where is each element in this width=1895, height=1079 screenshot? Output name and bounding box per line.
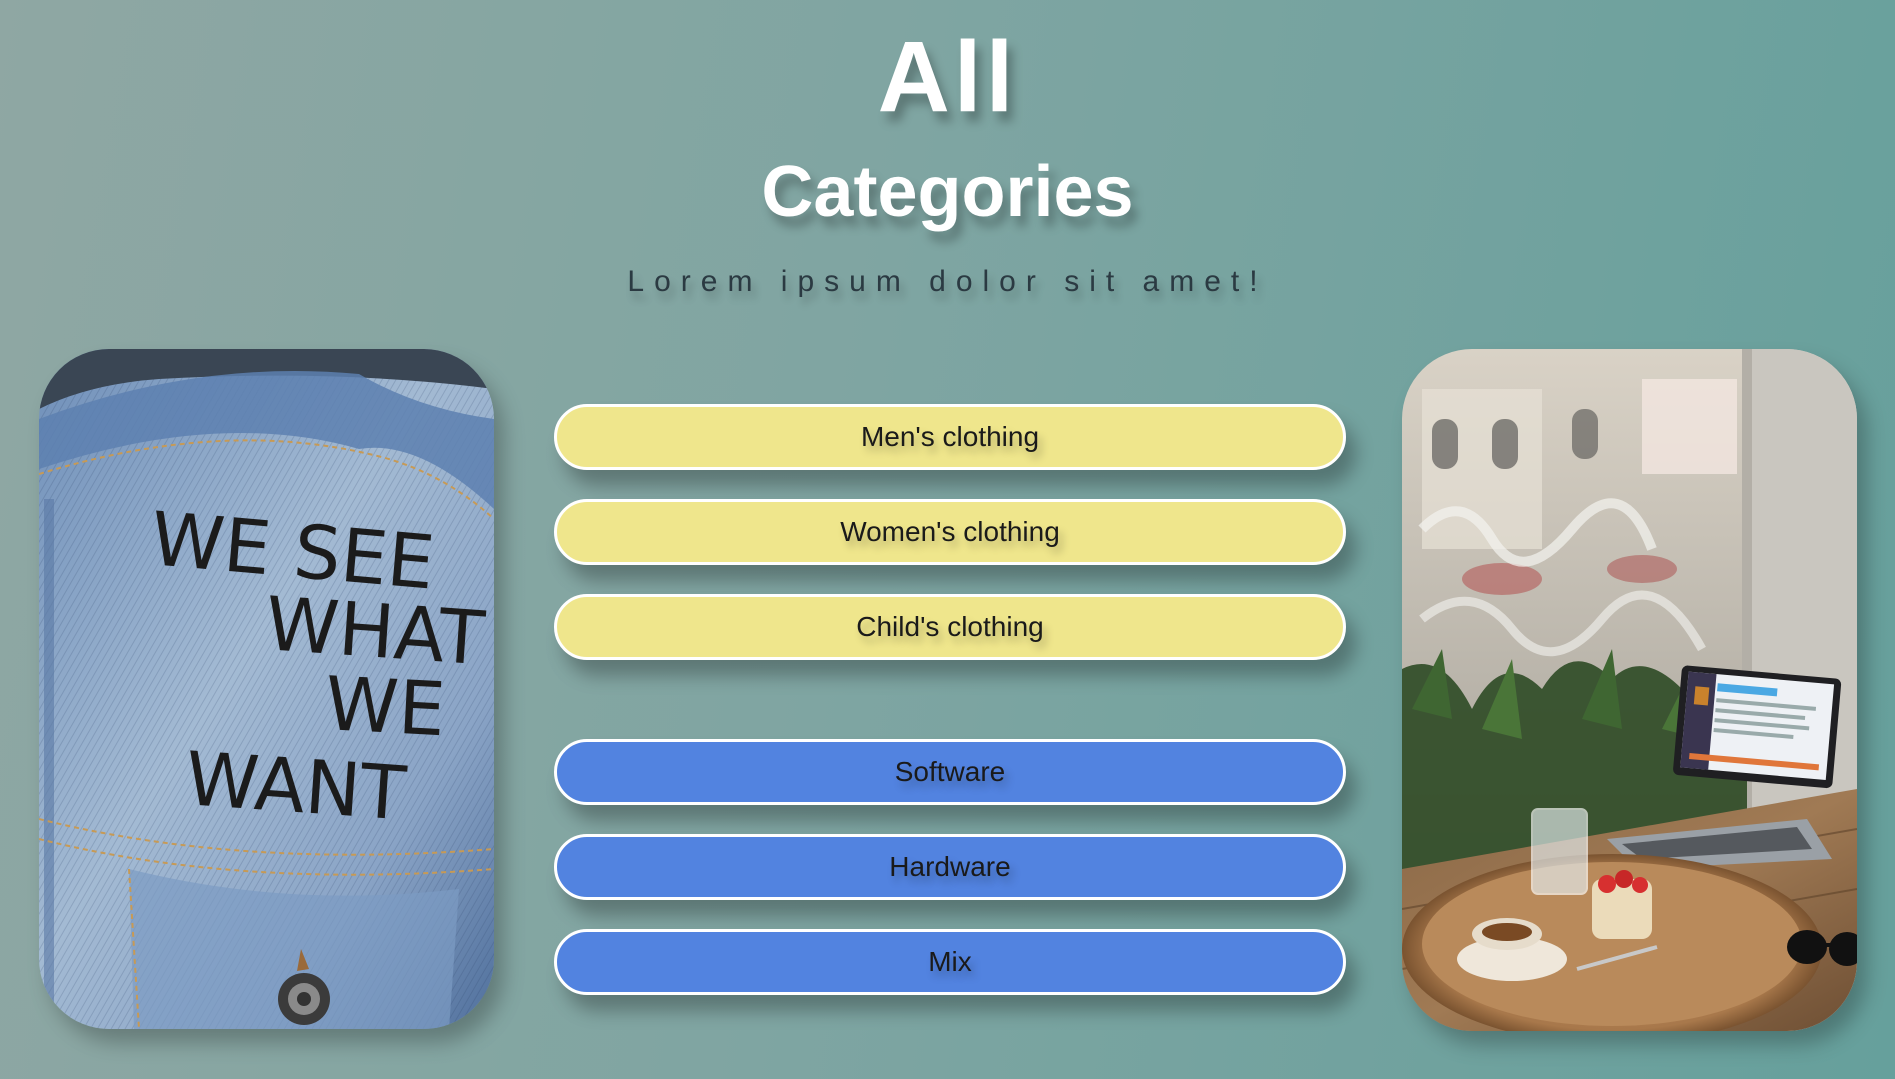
category-label: Software [894,756,1006,787]
category-label: Hardware [889,851,1011,882]
jacket-text-line4: WANT [183,736,410,837]
category-software-button[interactable]: Software [554,739,1346,805]
denim-jacket-image: WE SEE WHAT WE WANT [39,349,494,1029]
category-mens-clothing-button[interactable]: Men's clothing [554,404,1346,470]
category-childs-clothing-button[interactable]: Child's clothing [554,594,1346,660]
page-subtitle: Lorem ipsum dolor sit amet! [627,265,1268,298]
cafe-laptop-photo [1402,349,1857,1031]
jacket-text-line3: WE [323,661,447,753]
category-womens-clothing-button[interactable]: Women's clothing [554,499,1346,565]
cafe-laptop-image [1402,349,1857,1031]
category-hardware-button[interactable]: Hardware [554,834,1346,900]
category-mix-button[interactable]: Mix [554,929,1346,995]
page-title-categories: Categories [761,152,1134,232]
page-title-all: All [877,21,1018,133]
category-label: Men's clothing [860,421,1040,452]
category-label: Women's clothing [840,516,1060,547]
category-label: Child's clothing [856,611,1044,642]
denim-jacket-photo: WE SEE WHAT WE WANT [39,349,494,1029]
category-label: Mix [928,946,972,977]
